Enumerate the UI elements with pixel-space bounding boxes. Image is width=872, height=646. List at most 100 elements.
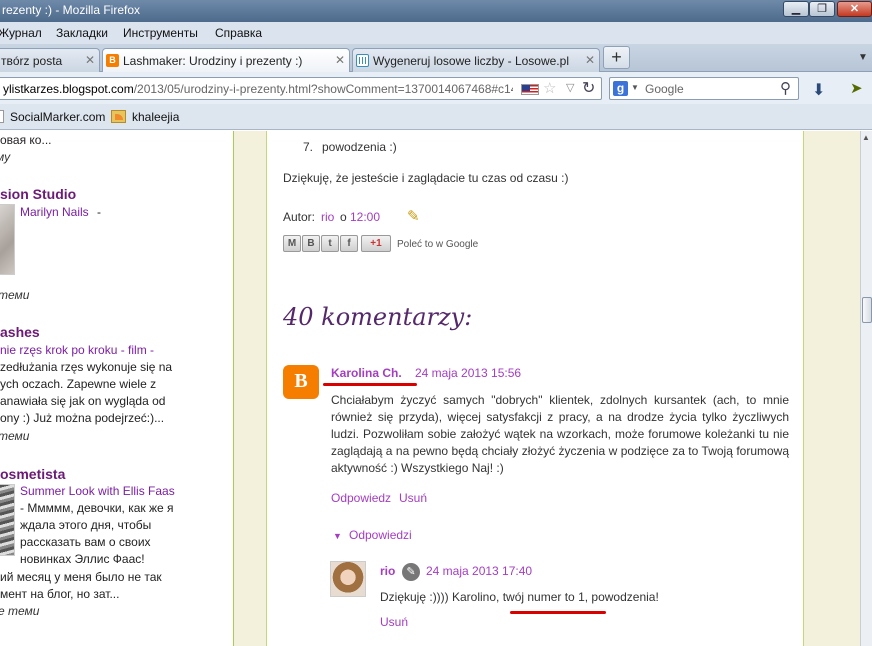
url-host: ylistkarzes.blogspot.com bbox=[3, 82, 134, 96]
menu-tools[interactable]: Инструменты bbox=[123, 26, 198, 40]
tab-close-icon[interactable]: ✕ bbox=[85, 53, 95, 67]
sidebar-snippet: рассказать вам о своих bbox=[20, 535, 151, 549]
url-bar[interactable]: ylistkarzes.blogspot.com/2013/05/urodzin… bbox=[0, 77, 602, 100]
sidebar-post-link[interactable]: Summer Look with Ellis Faas bbox=[20, 483, 175, 500]
scrollbar-thumb[interactable] bbox=[862, 297, 872, 323]
tab-lashmaker[interactable]: B Lashmaker: Urodziny i prezenty :) ✕ bbox=[102, 48, 350, 73]
reply-body: Dziękuję :)))) Karolino, twój numer to 1… bbox=[380, 590, 659, 604]
menu-help[interactable]: Справка bbox=[215, 26, 262, 40]
replies-toggle[interactable]: Odpowiedzi bbox=[349, 527, 412, 544]
engine-dropdown-icon[interactable]: ▼ bbox=[631, 83, 639, 92]
author-link[interactable]: rio bbox=[321, 209, 334, 226]
url-path: /2013/05/urodziny-i-prezenty.html?showCo… bbox=[133, 82, 513, 96]
history-dropdown-icon[interactable]: ▽ bbox=[566, 81, 574, 94]
bookmark-socialmarker[interactable]: SocialMarker.com bbox=[10, 110, 105, 124]
menu-history[interactable]: Журнал bbox=[0, 26, 42, 40]
search-placeholder: Google bbox=[645, 82, 684, 96]
tab-close-icon[interactable]: ✕ bbox=[585, 53, 595, 67]
sidebar-blog-title-3[interactable]: osmetista bbox=[0, 466, 65, 483]
post-time-link[interactable]: 12:00 bbox=[350, 209, 380, 226]
reply-delete-link[interactable]: Usuń bbox=[380, 614, 408, 631]
scroll-up-icon[interactable]: ▲ bbox=[862, 133, 870, 142]
bookmark-khaleejia[interactable]: khaleejia bbox=[132, 110, 179, 124]
bookmarks-toolbar: SocialMarker.com khaleejia bbox=[0, 104, 872, 130]
sidebar-post-link[interactable]: Marilyn Nails bbox=[20, 204, 89, 221]
addon-cursor-icon[interactable]: ➤ bbox=[850, 79, 863, 97]
comment-date-link[interactable]: 24 maja 2013 15:56 bbox=[415, 365, 521, 382]
red-underline-annotation bbox=[323, 383, 417, 386]
comment-author-link[interactable]: Karolina Ch. bbox=[331, 365, 402, 382]
window-title: rezenty :) - Mozilla Firefox bbox=[2, 3, 141, 17]
download-icon[interactable]: ⬇ bbox=[812, 80, 825, 100]
tab-label: твórz posta bbox=[1, 54, 63, 68]
losowe-icon bbox=[356, 54, 369, 67]
sidebar-snippet: ych oczach. Zapewne wiele z bbox=[0, 377, 157, 391]
url-text: ylistkarzes.blogspot.com/2013/05/urodzin… bbox=[3, 82, 513, 96]
list-item-number: 7. bbox=[303, 140, 314, 154]
sidebar-snippet: anawiała się jak on wygląda od bbox=[0, 394, 166, 408]
reply-date-link[interactable]: 24 maja 2013 17:40 bbox=[426, 563, 532, 580]
reload-icon[interactable]: ↻ bbox=[582, 78, 595, 98]
list-item-text: powodzenia :) bbox=[322, 140, 397, 154]
reply-author-link[interactable]: rio bbox=[380, 563, 395, 580]
tab-label: Lashmaker: Urodziny i prezenty :) bbox=[123, 54, 303, 68]
blogger-share-icon[interactable]: B bbox=[302, 235, 320, 252]
tab-bar: твórz posta ✕ B Lashmaker: Urodziny i pr… bbox=[0, 44, 872, 73]
sidebar-snippet: ий месяц у меня было не так bbox=[0, 570, 162, 584]
page-icon bbox=[0, 110, 4, 123]
google-engine-icon[interactable]: g bbox=[613, 81, 628, 96]
tab-label: Wygeneruj losowe liczby - Losowe.pl bbox=[373, 54, 569, 68]
sidebar-time: му bbox=[0, 150, 11, 164]
blog-author-badge-icon: ✎ bbox=[402, 563, 420, 581]
sidebar-time: е темu bbox=[0, 604, 40, 618]
reply-author-avatar[interactable] bbox=[330, 561, 366, 597]
sidebar-dash: - bbox=[97, 205, 101, 219]
page-viewport: овая ко... му sion Studio Marilyn Nails … bbox=[0, 131, 860, 646]
new-tab-button[interactable]: + bbox=[603, 46, 630, 69]
menu-bookmarks[interactable]: Закладки bbox=[56, 26, 108, 40]
email-share-icon[interactable]: M bbox=[283, 235, 301, 252]
comment-body: Chciałabym życzyć samych "dobrych" klien… bbox=[331, 393, 789, 475]
author-prefix: Autor: bbox=[283, 210, 316, 224]
edit-pencil-icon[interactable]: ✎ bbox=[407, 207, 420, 225]
sidebar-snippet: новинках Эллис Фаас! bbox=[20, 552, 145, 566]
maximize-button[interactable]: ❐ bbox=[809, 1, 835, 17]
sidebar-snippet: мент на блог, но зат... bbox=[0, 587, 120, 601]
blogger-avatar-icon[interactable] bbox=[283, 365, 319, 399]
facebook-share-icon[interactable]: f bbox=[340, 235, 358, 252]
minimize-button[interactable]: ▁ bbox=[783, 1, 809, 17]
search-icon[interactable]: ⚲ bbox=[780, 79, 791, 97]
close-window-button[interactable]: ✕ bbox=[837, 1, 872, 17]
sidebar-blog-title-2[interactable]: ashes bbox=[0, 324, 40, 341]
sidebar-snippet: овая ко... bbox=[0, 133, 52, 147]
twitter-share-icon[interactable]: t bbox=[321, 235, 339, 252]
list-all-tabs-icon[interactable]: ▼ bbox=[858, 52, 868, 63]
tab-close-icon[interactable]: ✕ bbox=[335, 53, 345, 67]
tab-create-post[interactable]: твórz posta ✕ bbox=[0, 48, 100, 72]
us-flag-icon bbox=[521, 84, 539, 95]
vertical-scrollbar[interactable]: ▲ bbox=[860, 131, 872, 646]
blogger-icon: B bbox=[106, 54, 119, 67]
sidebar-snippet: zedłużania rzęs wykonuje się na bbox=[0, 360, 173, 374]
sidebar-snippet: ждала этого дня, чтобы bbox=[20, 518, 152, 532]
sidebar-time: темu bbox=[0, 429, 30, 443]
navigation-bar: ylistkarzes.blogspot.com/2013/05/urodzin… bbox=[0, 72, 872, 104]
delete-link[interactable]: Usuń bbox=[399, 490, 427, 507]
sidebar-blog-title-1[interactable]: sion Studio bbox=[0, 186, 76, 203]
tab-losowe[interactable]: Wygeneruj losowe liczby - Losowe.pl ✕ bbox=[352, 48, 600, 72]
search-bar[interactable]: g ▼ Google ⚲ bbox=[609, 77, 799, 100]
sidebar-post-link[interactable]: nie rzęs krok po kroku - film - bbox=[0, 342, 154, 359]
google-plus-one-button[interactable]: +1 bbox=[361, 235, 391, 252]
sidebar-snippet: ony :) Już można podejrzeć:)... bbox=[0, 411, 165, 425]
post-thumbnail[interactable] bbox=[0, 204, 15, 275]
expand-triangle-icon[interactable]: ▼ bbox=[333, 528, 342, 545]
bookmark-star-icon[interactable]: ☆ bbox=[543, 79, 556, 97]
rss-feed-icon bbox=[111, 110, 126, 123]
window-titlebar: rezenty :) - Mozilla Firefox ▁ ❐ ✕ bbox=[0, 0, 872, 22]
post-thumbnail[interactable] bbox=[0, 484, 15, 556]
sidebar-snippet: - Ммммм, девочки, как же я bbox=[20, 501, 174, 515]
reply-link[interactable]: Odpowiedz bbox=[331, 490, 391, 507]
comments-heading: 40 komentarzy: bbox=[283, 303, 473, 331]
post-content: 7. powodzenia :) Dziękuję, że jesteście … bbox=[266, 131, 804, 646]
blog-sidebar: овая ко... му sion Studio Marilyn Nails … bbox=[0, 131, 234, 646]
